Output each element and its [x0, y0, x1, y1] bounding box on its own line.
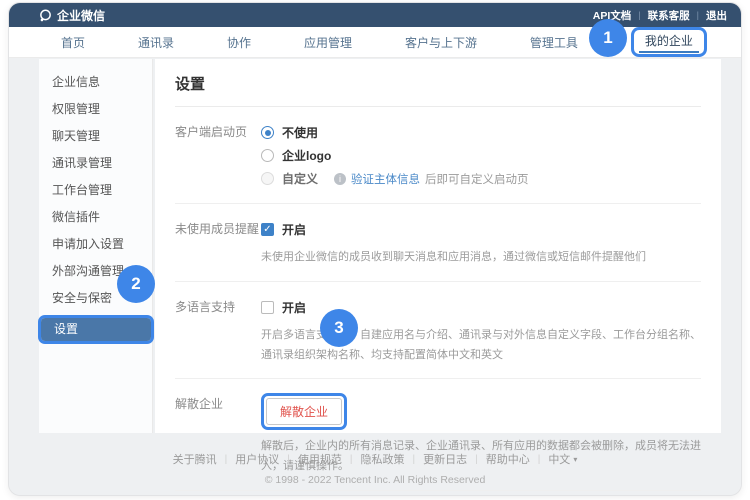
separator: | [287, 454, 290, 465]
footer-link-help-center[interactable]: 帮助中心 [486, 451, 530, 467]
separator: | [538, 454, 541, 465]
caret-down-icon: ▾ [573, 455, 577, 464]
footer: 关于腾讯 | 用户协议 | 使用规范 | 隐私政策 | 更新日志 | 帮助中心 … [9, 451, 741, 486]
radio-option-not-use[interactable]: 不使用 [261, 121, 701, 144]
separator: | [475, 454, 478, 465]
page-title: 设置 [175, 59, 701, 106]
topbar-link-logout[interactable]: 退出 [706, 8, 727, 23]
row-client-launch-page: 客户端启动页 不使用 企业logo 自定义 i [175, 107, 701, 204]
separator: | [350, 454, 353, 465]
separator: | [412, 454, 415, 465]
language-label: 中文 [548, 451, 570, 467]
annotation-box-settings: 设置 [38, 315, 154, 344]
footer-link-changelog[interactable]: 更新日志 [423, 451, 467, 467]
checkbox-option-enable-reminder[interactable]: ✓ 开启 [261, 218, 701, 241]
settings-panel: 设置 客户端启动页 不使用 企业logo 自定义 [155, 59, 721, 433]
footer-link-user-agreement[interactable]: 用户协议 [235, 451, 279, 467]
hint-text: 后即可自定义启动页 [425, 171, 529, 187]
copyright-text: © 1998 - 2022 Tencent Inc. All Rights Re… [9, 474, 741, 486]
row-label: 未使用成员提醒 [175, 218, 261, 268]
info-icon: i [334, 173, 346, 185]
annotation-step-2-badge: 2 [117, 265, 155, 303]
checkmark-icon: ✓ [263, 225, 271, 235]
checkbox-checked-icon[interactable]: ✓ [261, 223, 274, 236]
annotation-box-dissolve-button: 解散企业 [261, 393, 347, 430]
nav-item-home[interactable]: 首页 [61, 34, 85, 51]
admin-console-window: 企业微信 API文档 | 联系客服 | 退出 首页 通讯录 协作 应用管理 客户… [8, 2, 742, 496]
sidebar-item-wechat-plugin[interactable]: 微信插件 [39, 204, 152, 231]
footer-link-privacy-policy[interactable]: 隐私政策 [360, 451, 404, 467]
language-selector[interactable]: 中文 ▾ [548, 451, 577, 467]
nav-item-contacts[interactable]: 通讯录 [138, 34, 174, 51]
topbar: 企业微信 API文档 | 联系客服 | 退出 [9, 3, 741, 27]
description-text: 未使用企业微信的成员收到聊天消息和应用消息，通过微信或短信邮件提醒他们 [261, 248, 701, 268]
dissolve-company-button[interactable]: 解散企业 [266, 398, 342, 425]
checkbox-unchecked-icon[interactable] [261, 301, 274, 314]
row-label: 多语言支持 [175, 296, 261, 366]
row-label: 客户端启动页 [175, 121, 261, 190]
verify-subject-link[interactable]: 验证主体信息 [351, 171, 420, 187]
row-multilanguage-support: 多语言支持 开启 开启多语言支持时，自建应用名与介绍、通讯录与对外信息自定义字段… [175, 282, 701, 380]
wework-chat-bubble-icon [39, 9, 52, 22]
nav-item-admin-tools[interactable]: 管理工具 [530, 34, 578, 51]
radio-option-custom[interactable]: 自定义 i 验证主体信息 后即可自定义启动页 [261, 167, 701, 190]
sidebar-item-permissions[interactable]: 权限管理 [39, 96, 152, 123]
radio-option-company-logo[interactable]: 企业logo [261, 144, 701, 167]
sidebar-item-contacts-management[interactable]: 通讯录管理 [39, 150, 152, 177]
nav-item-app-management[interactable]: 应用管理 [304, 34, 352, 51]
nav-item-collaboration[interactable]: 协作 [227, 34, 251, 51]
radio-icon[interactable] [261, 126, 274, 139]
separator: | [638, 10, 640, 20]
nav-item-my-company[interactable]: 我的企业 [645, 34, 693, 49]
radio-icon [261, 172, 274, 185]
annotation-step-1-badge: 1 [589, 19, 627, 57]
footer-links: 关于腾讯 | 用户协议 | 使用规范 | 隐私政策 | 更新日志 | 帮助中心 … [9, 451, 741, 467]
sidebar-item-company-info[interactable]: 企业信息 [39, 69, 152, 96]
app-logo-text: 企业微信 [57, 7, 105, 24]
annotation-step-3-badge: 3 [320, 309, 358, 347]
row-unused-member-reminder: 未使用成员提醒 ✓ 开启 未使用企业微信的成员收到聊天消息和应用消息，通过微信或… [175, 204, 701, 282]
annotation-box-my-company: 我的企业 [631, 27, 707, 57]
sidebar-item-settings[interactable]: 设置 [41, 318, 151, 341]
separator: | [225, 454, 228, 465]
save-row: 保存更改 [175, 491, 701, 496]
nav-item-customers[interactable]: 客户与上下游 [405, 34, 477, 51]
footer-link-about-tencent[interactable]: 关于腾讯 [173, 451, 217, 467]
custom-hint: i 验证主体信息 后即可自定义启动页 [334, 171, 529, 187]
separator: | [697, 10, 699, 20]
sidebar-item-chat-management[interactable]: 聊天管理 [39, 123, 152, 150]
sidebar-item-join-settings[interactable]: 申请加入设置 [39, 231, 152, 258]
topbar-link-contact-support[interactable]: 联系客服 [648, 8, 690, 23]
primary-nav: 首页 通讯录 协作 应用管理 客户与上下游 管理工具 我的企业 [9, 27, 741, 58]
app-logo: 企业微信 [39, 7, 105, 24]
footer-link-usage-rules[interactable]: 使用规范 [298, 451, 342, 467]
radio-icon[interactable] [261, 149, 274, 162]
sidebar-item-workbench[interactable]: 工作台管理 [39, 177, 152, 204]
settings-sidebar: 企业信息 权限管理 聊天管理 通讯录管理 工作台管理 微信插件 申请加入设置 外… [39, 59, 153, 433]
